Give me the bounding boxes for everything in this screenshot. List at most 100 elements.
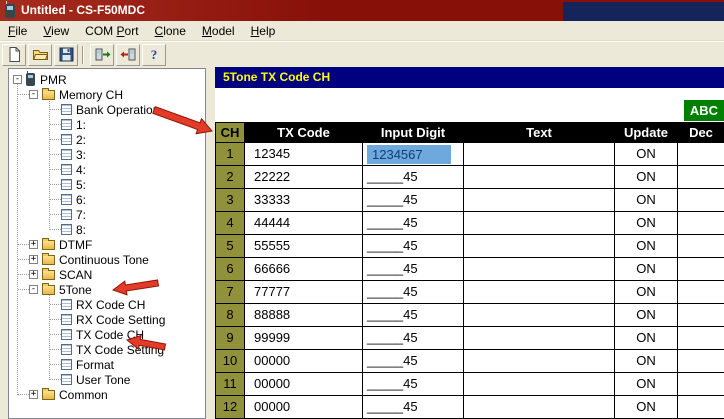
input-digit-cell[interactable]: 1234567 (363, 143, 464, 166)
dec-cell[interactable] (678, 396, 724, 419)
tx-code-cell[interactable]: 77777 (245, 281, 363, 304)
tx-code-cell[interactable]: 22222 (245, 166, 363, 189)
input-digit-cell[interactable]: _____45 (363, 189, 464, 212)
tree-item-bank-operation[interactable]: Bank Operation (9, 102, 205, 117)
tree-item-continuous-tone[interactable]: Continuous Tone (9, 252, 205, 267)
tx-code-cell[interactable]: 33333 (245, 189, 363, 212)
tx-code-cell[interactable]: 99999 (245, 327, 363, 350)
expand-toggle-icon[interactable] (29, 390, 38, 399)
update-cell[interactable]: ON (615, 189, 678, 212)
dec-cell[interactable] (678, 281, 724, 304)
tx-code-cell[interactable]: 12345 (245, 143, 363, 166)
tree-item-ch-6[interactable]: 6: (9, 192, 205, 207)
tree-item-format[interactable]: Format (9, 357, 205, 372)
tx-code-cell[interactable]: 88888 (245, 304, 363, 327)
tx-code-cell[interactable]: 00000 (245, 373, 363, 396)
tree-item-tx-code-ch[interactable]: TX Code CH (9, 327, 205, 342)
text-cell[interactable] (464, 235, 615, 258)
tree-item-ch-3[interactable]: 3: (9, 147, 205, 162)
update-cell[interactable]: ON (615, 258, 678, 281)
input-digit-cell[interactable]: _____45 (363, 373, 464, 396)
ch-cell[interactable]: 11 (216, 373, 245, 396)
input-digit-cell[interactable]: _____45 (363, 304, 464, 327)
tx-code-cell[interactable]: 00000 (245, 396, 363, 419)
update-cell[interactable]: ON (615, 396, 678, 419)
dec-cell[interactable] (678, 235, 724, 258)
tree-item-ch-7[interactable]: 7: (9, 207, 205, 222)
menu-clone[interactable]: Clone (147, 21, 194, 41)
text-cell[interactable] (464, 304, 615, 327)
tree-item-ch-5[interactable]: 5: (9, 177, 205, 192)
tree-item-pmr[interactable]: PMR (9, 72, 205, 87)
dec-cell[interactable] (678, 166, 724, 189)
input-digit-cell[interactable]: _____45 (363, 212, 464, 235)
expand-toggle-icon[interactable] (29, 270, 38, 279)
input-digit-cell[interactable]: _____45 (363, 258, 464, 281)
tree-item-user-tone[interactable]: User Tone (9, 372, 205, 387)
panel-splitter[interactable] (206, 67, 215, 419)
tree-item-ch-8[interactable]: 8: (9, 222, 205, 237)
dec-cell[interactable] (678, 258, 724, 281)
ch-cell[interactable]: 9 (216, 327, 245, 350)
menu-view[interactable]: View (35, 21, 77, 41)
input-digit-cell[interactable]: _____45 (363, 235, 464, 258)
open-file-button[interactable] (28, 44, 52, 66)
dec-cell[interactable] (678, 212, 724, 235)
update-cell[interactable]: ON (615, 212, 678, 235)
clone-read-button[interactable] (90, 44, 114, 66)
ch-cell[interactable]: 12 (216, 396, 245, 419)
tx-code-cell[interactable]: 00000 (245, 350, 363, 373)
menu-com-port[interactable]: COM Port (77, 21, 146, 41)
input-digit-cell[interactable]: _____45 (363, 350, 464, 373)
collapse-toggle-icon[interactable] (29, 285, 38, 294)
ch-cell[interactable]: 7 (216, 281, 245, 304)
menu-model[interactable]: Model (194, 21, 243, 41)
menu-help[interactable]: Help (243, 21, 284, 41)
ch-cell[interactable]: 5 (216, 235, 245, 258)
tree-item-ch-2[interactable]: 2: (9, 132, 205, 147)
tree-item-ch-4[interactable]: 4: (9, 162, 205, 177)
tree-item-memory-ch[interactable]: Memory CH (9, 87, 205, 102)
ch-cell[interactable]: 4 (216, 212, 245, 235)
expand-toggle-icon[interactable] (29, 240, 38, 249)
new-file-button[interactable] (2, 44, 26, 66)
ch-cell[interactable]: 8 (216, 304, 245, 327)
update-cell[interactable]: ON (615, 350, 678, 373)
dec-cell[interactable] (678, 350, 724, 373)
tree-item-rx-code-setting[interactable]: RX Code Setting (9, 312, 205, 327)
update-cell[interactable]: ON (615, 235, 678, 258)
collapse-toggle-icon[interactable] (29, 90, 38, 99)
tx-code-cell[interactable]: 55555 (245, 235, 363, 258)
tree-item-common[interactable]: Common (9, 387, 205, 402)
text-cell[interactable] (464, 350, 615, 373)
tree-item-5tone[interactable]: 5Tone (9, 282, 205, 297)
tx-code-cell[interactable]: 66666 (245, 258, 363, 281)
ch-cell[interactable]: 3 (216, 189, 245, 212)
text-cell[interactable] (464, 258, 615, 281)
ch-cell[interactable]: 6 (216, 258, 245, 281)
tree-item-tx-code-setting[interactable]: TX Code Setting (9, 342, 205, 357)
selected-input-digit[interactable]: 1234567 (367, 145, 451, 164)
input-digit-cell[interactable]: _____45 (363, 281, 464, 304)
update-cell[interactable]: ON (615, 143, 678, 166)
tx-code-cell[interactable]: 44444 (245, 212, 363, 235)
ch-cell[interactable]: 10 (216, 350, 245, 373)
expand-toggle-icon[interactable] (29, 255, 38, 264)
menu-file[interactable]: File (0, 21, 35, 41)
save-button[interactable] (54, 44, 78, 66)
dec-cell[interactable] (678, 143, 724, 166)
update-cell[interactable]: ON (615, 304, 678, 327)
dec-cell[interactable] (678, 373, 724, 396)
update-cell[interactable]: ON (615, 327, 678, 350)
text-cell[interactable] (464, 212, 615, 235)
collapse-toggle-icon[interactable] (13, 75, 22, 84)
abc-toggle-button[interactable]: ABC (684, 100, 724, 121)
input-digit-cell[interactable]: _____45 (363, 396, 464, 419)
update-cell[interactable]: ON (615, 373, 678, 396)
text-cell[interactable] (464, 166, 615, 189)
dec-cell[interactable] (678, 304, 724, 327)
dec-cell[interactable] (678, 189, 724, 212)
text-cell[interactable] (464, 281, 615, 304)
ch-cell[interactable]: 2 (216, 166, 245, 189)
input-digit-cell[interactable]: _____45 (363, 166, 464, 189)
